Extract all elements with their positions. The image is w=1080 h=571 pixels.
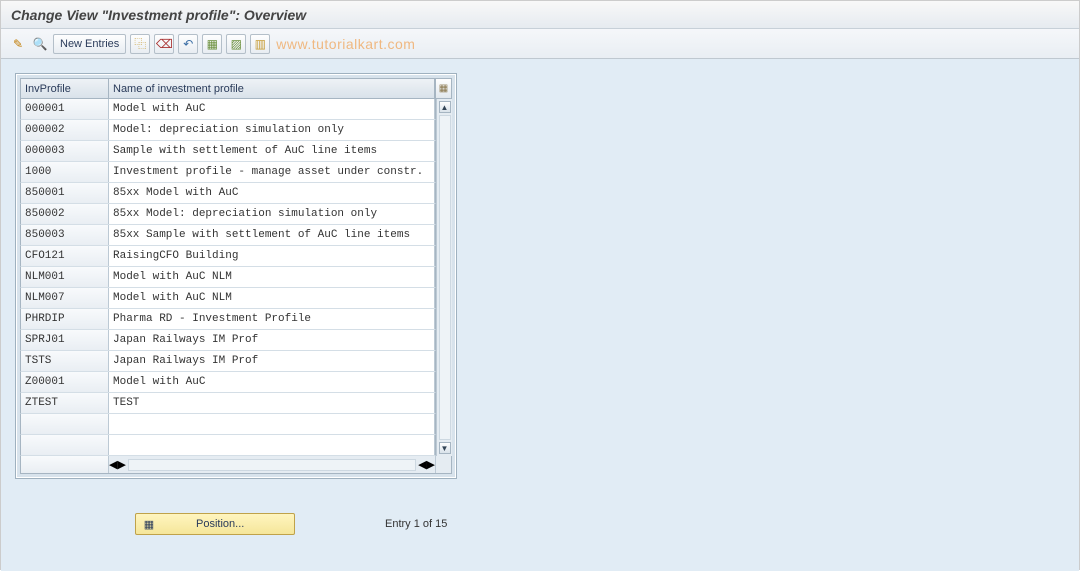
print-icon[interactable]: ▥ xyxy=(250,34,270,54)
cell-id[interactable]: 850002 xyxy=(21,204,109,224)
table-row[interactable]: NLM007 Model with AuC NLM xyxy=(20,288,436,309)
footer-row: ▦ Position... Entry 1 of 15 xyxy=(15,513,1065,535)
table-row[interactable]: 850002 85xx Model: depreciation simulati… xyxy=(20,204,436,225)
scroll-right-icon[interactable]: ▶ xyxy=(117,458,125,471)
column-settings-icon[interactable]: ▦ xyxy=(435,79,451,98)
cell-name[interactable]: Sample with settlement of AuC line items xyxy=(109,141,435,161)
cell-name[interactable]: Japan Railways IM Prof xyxy=(109,330,435,350)
deselect-icon[interactable]: ▨ xyxy=(226,34,246,54)
cell-name[interactable]: Japan Railways IM Prof xyxy=(109,351,435,371)
cell-name[interactable]: Model with AuC xyxy=(109,372,435,392)
copy-icon[interactable]: ⿻ xyxy=(130,34,150,54)
cell-id[interactable]: 000002 xyxy=(21,120,109,140)
cell-name[interactable] xyxy=(109,414,435,434)
cell-id[interactable]: ZTEST xyxy=(21,393,109,413)
cell-name[interactable]: 85xx Model: depreciation simulation only xyxy=(109,204,435,224)
delete-icon[interactable]: ⌫ xyxy=(154,34,174,54)
cell-name[interactable]: Model with AuC xyxy=(109,99,435,119)
table-row[interactable]: 850003 85xx Sample with settlement of Au… xyxy=(20,225,436,246)
cell-id[interactable]: 1000 xyxy=(21,162,109,182)
table-row[interactable]: 1000 Investment profile - manage asset u… xyxy=(20,162,436,183)
table-header-row: InvProfile Name of investment profile ▦ xyxy=(20,78,452,99)
cell-id[interactable]: TSTS xyxy=(21,351,109,371)
table-rows: 000001 Model with AuC 000002 Model: depr… xyxy=(20,99,436,456)
cell-name[interactable]: Pharma RD - Investment Profile xyxy=(109,309,435,329)
cell-name[interactable]: Investment profile - manage asset under … xyxy=(109,162,435,182)
cell-id[interactable]: PHRDIP xyxy=(21,309,109,329)
table-row[interactable]: Z00001 Model with AuC xyxy=(20,372,436,393)
scroll-right-end-icon[interactable]: ▶ xyxy=(427,458,435,471)
table-grid: InvProfile Name of investment profile ▦ … xyxy=(15,73,457,479)
change-icon[interactable]: ✎ xyxy=(9,34,27,54)
scroll-track[interactable] xyxy=(439,115,451,440)
toolbar: ✎ 🔍 New Entries ⿻ ⌫ ↶ ▦ ▨ ▥ www.tutorial… xyxy=(1,29,1079,59)
scroll-down-icon[interactable]: ▼ xyxy=(439,442,451,454)
cell-name[interactable] xyxy=(109,435,435,455)
col-header-name[interactable]: Name of investment profile xyxy=(109,79,435,98)
cell-id[interactable]: Z00001 xyxy=(21,372,109,392)
table-row-empty[interactable] xyxy=(20,435,436,456)
table-row[interactable]: SPRJ01 Japan Railways IM Prof xyxy=(20,330,436,351)
cell-id[interactable] xyxy=(21,414,109,434)
select-all-icon[interactable]: ▦ xyxy=(202,34,222,54)
col-header-invprofile[interactable]: InvProfile xyxy=(21,79,109,98)
cell-id[interactable]: NLM001 xyxy=(21,267,109,287)
position-icon: ▦ xyxy=(142,517,156,531)
cell-name[interactable]: Model with AuC NLM xyxy=(109,288,435,308)
table-row-empty[interactable] xyxy=(20,414,436,435)
cell-name[interactable]: 85xx Model with AuC xyxy=(109,183,435,203)
cell-id[interactable] xyxy=(21,435,109,455)
table-row[interactable]: 000002 Model: depreciation simulation on… xyxy=(20,120,436,141)
scroll-left-icon[interactable]: ◀ xyxy=(109,458,117,471)
watermark-text: www.tutorialkart.com xyxy=(276,36,415,52)
table-row[interactable]: NLM001 Model with AuC NLM xyxy=(20,267,436,288)
hscroll-track[interactable] xyxy=(128,459,416,471)
cell-name[interactable]: TEST xyxy=(109,393,435,413)
position-button[interactable]: ▦ Position... xyxy=(135,513,295,535)
cell-name[interactable]: Model with AuC NLM xyxy=(109,267,435,287)
cell-id[interactable]: 000001 xyxy=(21,99,109,119)
entry-counter: Entry 1 of 15 xyxy=(385,518,447,530)
position-label: Position... xyxy=(196,518,244,530)
cell-name[interactable]: 85xx Sample with settlement of AuC line … xyxy=(109,225,435,245)
content-area: InvProfile Name of investment profile ▦ … xyxy=(1,59,1079,571)
scroll-left-end-icon[interactable]: ◀ xyxy=(418,458,426,471)
horizontal-scrollbar[interactable]: ◀ ▶ ◀ ▶ xyxy=(20,456,452,474)
search-icon[interactable]: 🔍 xyxy=(31,34,49,54)
table-row[interactable]: 000001 Model with AuC xyxy=(20,99,436,120)
title-bar: Change View "Investment profile": Overvi… xyxy=(1,1,1079,29)
table-row[interactable]: PHRDIP Pharma RD - Investment Profile xyxy=(20,309,436,330)
table-row[interactable]: 850001 85xx Model with AuC xyxy=(20,183,436,204)
cell-id[interactable]: 850003 xyxy=(21,225,109,245)
page-title: Change View "Investment profile": Overvi… xyxy=(11,7,306,23)
table-body: 000001 Model with AuC 000002 Model: depr… xyxy=(20,99,452,456)
vertical-scrollbar[interactable]: ▲ ▼ xyxy=(436,99,452,456)
table-row[interactable]: ZTEST TEST xyxy=(20,393,436,414)
cell-id[interactable]: SPRJ01 xyxy=(21,330,109,350)
cell-name[interactable]: RaisingCFO Building xyxy=(109,246,435,266)
cell-id[interactable]: 850001 xyxy=(21,183,109,203)
cell-id[interactable]: CFO121 xyxy=(21,246,109,266)
table-row[interactable]: TSTS Japan Railways IM Prof xyxy=(20,351,436,372)
table-row[interactable]: 000003 Sample with settlement of AuC lin… xyxy=(20,141,436,162)
cell-id[interactable]: 000003 xyxy=(21,141,109,161)
scroll-up-icon[interactable]: ▲ xyxy=(439,101,451,113)
cell-name[interactable]: Model: depreciation simulation only xyxy=(109,120,435,140)
undo-icon[interactable]: ↶ xyxy=(178,34,198,54)
new-entries-button[interactable]: New Entries xyxy=(53,34,126,54)
hscroll-spacer xyxy=(21,456,109,473)
cell-id[interactable]: NLM007 xyxy=(21,288,109,308)
table-row[interactable]: CFO121 RaisingCFO Building xyxy=(20,246,436,267)
hscroll-corner xyxy=(435,456,451,473)
